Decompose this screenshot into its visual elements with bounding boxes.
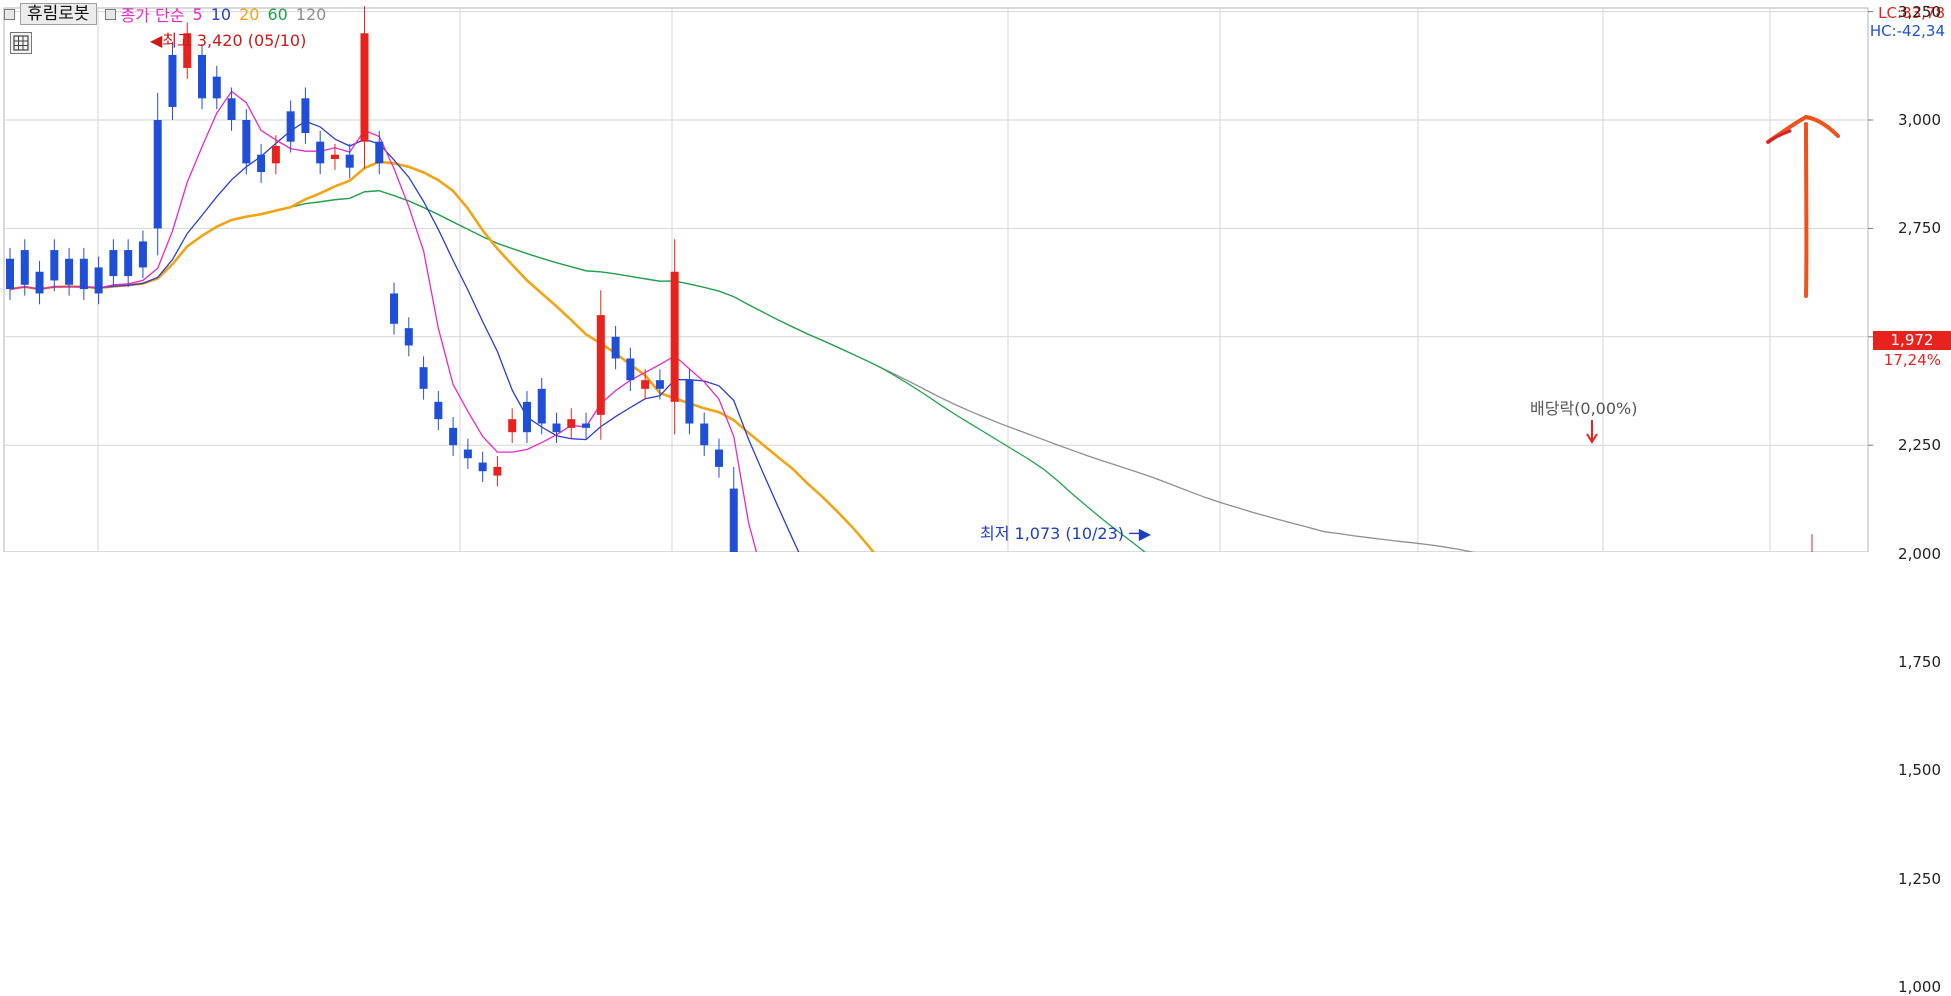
candle	[80, 259, 88, 289]
candle	[272, 146, 280, 163]
right-arrow-icon: ─▶	[1124, 524, 1151, 543]
ma-60-line	[10, 191, 1812, 552]
dividend-annotation: 배당락(0,00%)	[1530, 395, 1637, 419]
candle	[567, 419, 575, 428]
candle	[139, 241, 147, 267]
candlestick-chart[interactable]	[0, 0, 1951, 552]
candle	[213, 77, 221, 99]
candle	[671, 272, 679, 402]
candle	[553, 424, 561, 433]
candle	[508, 419, 516, 432]
candle	[582, 424, 590, 428]
high-annotation-text: 최고 3,420 (05/10)	[162, 31, 306, 50]
candle	[360, 33, 368, 141]
up-arrowhead-icon	[1768, 117, 1838, 142]
candle	[597, 315, 605, 415]
y-tick-label: 3,250	[1898, 3, 1941, 21]
hc-value: HC:-42,34	[1870, 22, 1945, 40]
candle	[36, 272, 44, 294]
ma-120-line	[10, 191, 1812, 552]
chart-area[interactable]: 휴림로봇 종가 단순 5 10 20 60 120 LC:83,78 HC:-4…	[0, 0, 1951, 552]
candle	[95, 267, 103, 293]
ma-5-line	[10, 91, 1812, 552]
table-view-icon[interactable]	[10, 32, 32, 54]
y-tick-label: 2,750	[1898, 219, 1941, 237]
candle	[420, 367, 428, 389]
legend-bar: 휴림로봇 종가 단순 5 10 20 60 120	[4, 4, 334, 24]
candle	[523, 402, 531, 432]
candle	[612, 337, 620, 359]
candle	[346, 155, 354, 168]
candle	[228, 98, 236, 120]
candle	[656, 380, 664, 389]
candle	[685, 380, 693, 423]
high-annotation: ◀최고 3,420 (05/10)	[150, 27, 306, 51]
candle	[198, 55, 206, 98]
candle	[375, 142, 383, 164]
candle	[434, 402, 442, 419]
candle	[493, 467, 501, 476]
candle	[715, 450, 723, 467]
candle	[242, 120, 250, 163]
candle	[168, 55, 176, 107]
ma-10-label: 10	[211, 5, 231, 24]
low-annotation: 최저 1,073 (10/23) ─▶	[980, 520, 1151, 544]
ma-120-label: 120	[296, 5, 327, 24]
dividend-arrow-icon	[1587, 420, 1597, 442]
ma-20-line	[10, 162, 1812, 552]
low-annotation-text: 최저 1,073 (10/23)	[980, 524, 1124, 543]
candle	[6, 259, 14, 289]
candle	[21, 250, 29, 285]
ma-20-label: 20	[239, 5, 259, 24]
candle	[154, 120, 162, 228]
candle	[730, 489, 738, 552]
candle	[65, 259, 73, 285]
candle	[390, 293, 398, 323]
y-tick-label: 1,000	[1898, 978, 1941, 996]
candle	[257, 155, 265, 172]
y-tick-label: 1,750	[1898, 653, 1941, 671]
y-tick-label: 2,000	[1898, 545, 1941, 563]
legend-toggle-icon[interactable]	[4, 9, 15, 20]
current-price-tag: 1,972	[1873, 331, 1951, 350]
left-arrow-icon: ◀	[150, 31, 162, 50]
ma-toggle-icon[interactable]	[105, 9, 116, 20]
y-tick-label: 1,250	[1898, 870, 1941, 888]
candle	[538, 389, 546, 424]
y-tick-label: 1,500	[1898, 761, 1941, 779]
candle	[700, 424, 708, 446]
candle	[479, 463, 487, 472]
candle	[287, 111, 295, 141]
ma-60-label: 60	[267, 5, 287, 24]
y-tick-label: 3,000	[1898, 111, 1941, 129]
plot-frame	[4, 8, 1868, 552]
ma-5-label: 5	[193, 5, 203, 24]
candle	[50, 250, 58, 280]
candle	[301, 98, 309, 133]
candle	[331, 155, 339, 159]
stock-name[interactable]: 휴림로봇	[20, 3, 97, 25]
y-tick-label: 2,250	[1898, 436, 1941, 454]
candle	[109, 250, 117, 276]
change-percent: 17,24%	[1884, 351, 1941, 369]
candle	[464, 450, 472, 459]
candle	[405, 328, 413, 345]
candle	[449, 428, 457, 445]
candle	[641, 380, 649, 389]
candle	[316, 142, 324, 164]
ma-label: 종가 단순	[121, 2, 185, 26]
candle	[626, 358, 634, 380]
candle	[124, 250, 132, 276]
